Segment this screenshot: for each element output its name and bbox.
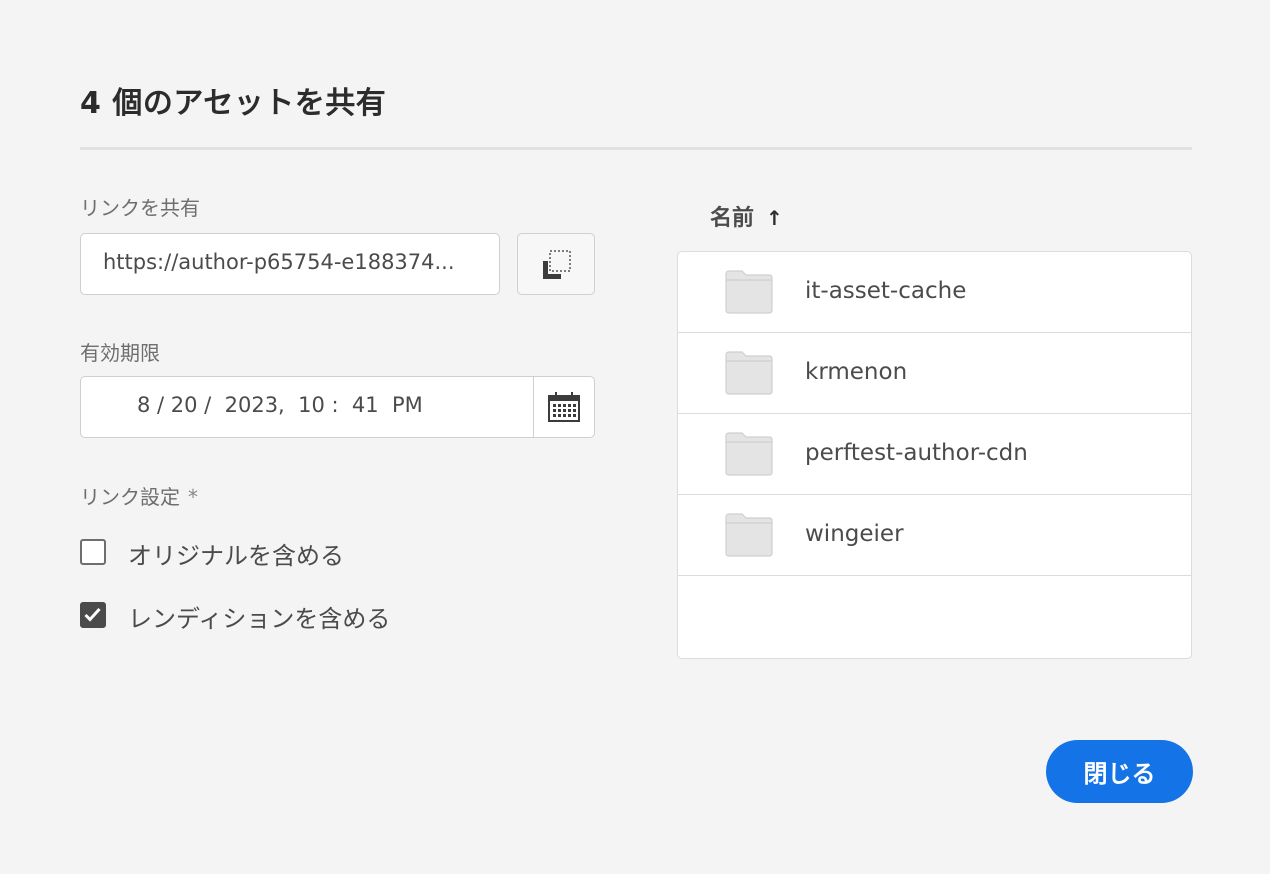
include-originals-checkbox[interactable] — [80, 539, 106, 565]
folder-icon — [725, 432, 773, 476]
folder-icon — [725, 270, 773, 314]
list-item-name: perftest-author-cdn — [805, 440, 1028, 466]
include-originals-option[interactable]: オリジナルを含める — [80, 536, 400, 571]
folder-icon — [725, 513, 773, 557]
name-column-header[interactable]: 名前 ↑ — [710, 200, 783, 232]
list-item[interactable]: wingeier — [678, 495, 1191, 576]
include-originals-label[interactable]: オリジナルを含める — [128, 536, 344, 571]
copy-link-button[interactable] — [517, 233, 595, 295]
expiration-label: 有効期限 — [80, 341, 160, 365]
copy-icon — [543, 250, 571, 279]
expiration-date-value[interactable]: 8 / 20 / 2023, 10 : 41 PM — [137, 393, 423, 417]
close-button[interactable]: 閉じる — [1046, 740, 1193, 803]
list-item-name: wingeier — [805, 521, 904, 547]
include-renditions-label[interactable]: レンディションを含める — [128, 599, 390, 634]
name-column-label: 名前 — [710, 206, 755, 231]
checkmark-icon — [84, 607, 101, 622]
list-item-name: krmenon — [805, 359, 908, 385]
share-assets-dialog: 4 個のアセットを共有 リンクを共有 https://author-p65754… — [0, 0, 1270, 874]
asset-list: it-asset-cache krmenon perftest-author-c… — [677, 251, 1192, 659]
link-settings-label: リンク設定 * — [80, 481, 198, 510]
include-renditions-checkbox[interactable] — [80, 602, 106, 628]
share-link-label: リンクを共有 — [80, 196, 200, 220]
calendar-icon — [548, 392, 580, 422]
expiration-date-field[interactable]: 8 / 20 / 2023, 10 : 41 PM — [80, 376, 595, 438]
folder-icon — [725, 351, 773, 395]
title-divider — [80, 147, 1192, 150]
share-link-field[interactable]: https://author-p65754-e188374... — [80, 233, 500, 295]
link-settings-label-text: リンク設定 — [80, 485, 180, 509]
arrow-up-icon: ↑ — [766, 206, 783, 230]
list-item[interactable]: it-asset-cache — [678, 252, 1191, 333]
list-item[interactable]: perftest-author-cdn — [678, 414, 1191, 495]
list-item-name: it-asset-cache — [805, 278, 967, 304]
dialog-title: 4 個のアセットを共有 — [80, 86, 387, 121]
share-link-value[interactable]: https://author-p65754-e188374... — [103, 250, 485, 274]
include-renditions-option[interactable]: レンディションを含める — [80, 599, 440, 634]
required-marker: * — [188, 485, 198, 509]
list-item[interactable]: krmenon — [678, 333, 1191, 414]
calendar-button[interactable] — [533, 377, 594, 437]
